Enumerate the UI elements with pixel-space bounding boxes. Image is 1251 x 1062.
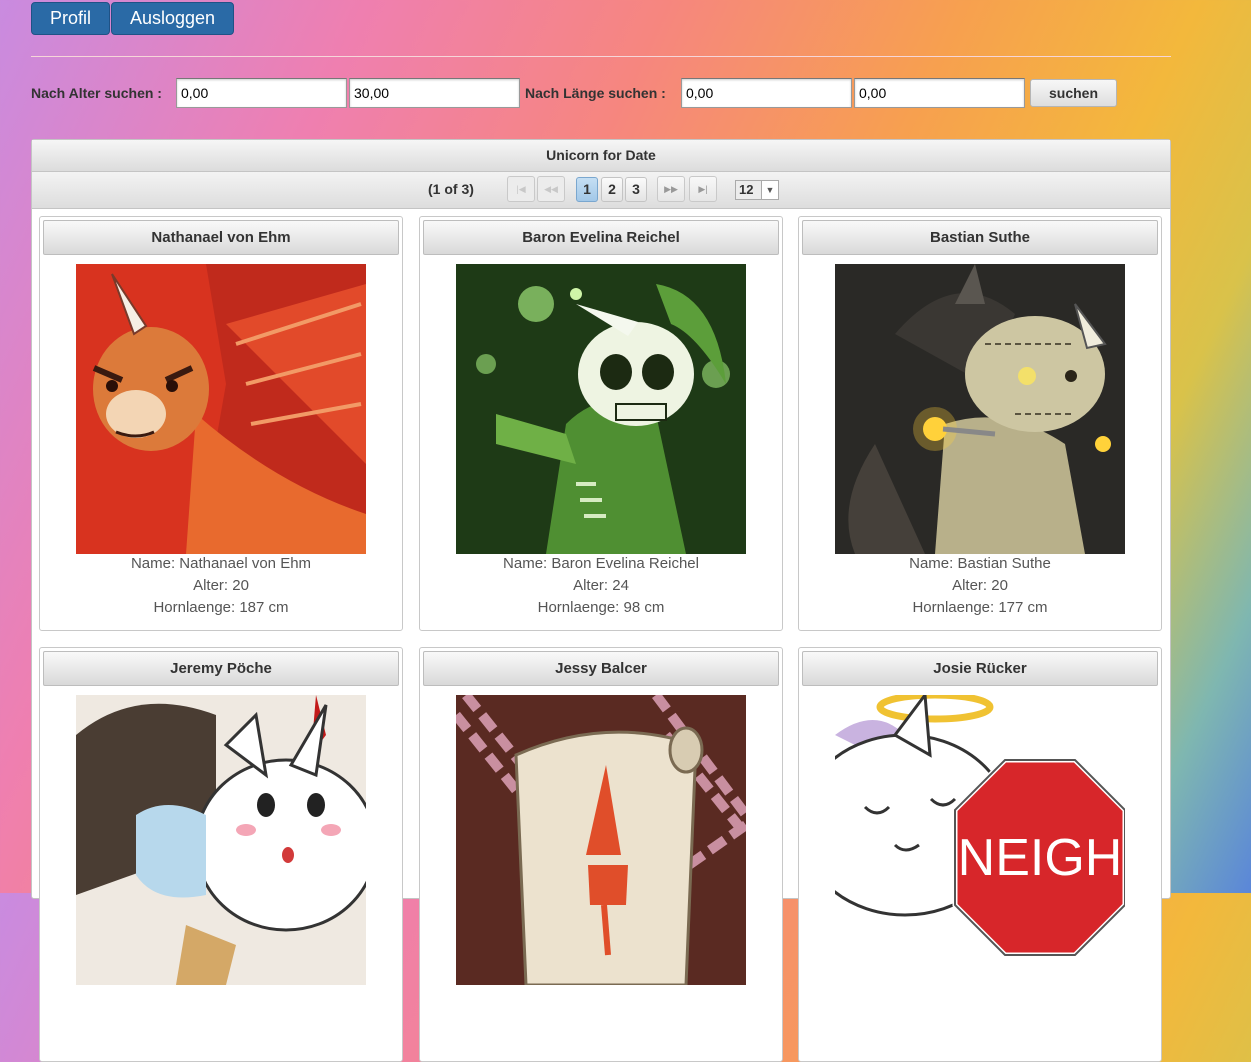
card-title: Baron Evelina Reichel <box>423 220 779 255</box>
length-max-input[interactable] <box>854 78 1025 108</box>
panel-title: Unicorn for Date <box>32 140 1170 172</box>
stop-sign-text: NEIGH <box>958 829 1123 887</box>
chevron-down-icon: ▼ <box>761 181 778 199</box>
unicorn-card: Bastian Suthe Name: Bastian Suthe Alter:… <box>798 216 1162 631</box>
zombie-unicorn-image <box>835 264 1125 554</box>
card-horn-length: Hornlaenge: 98 cm <box>537 599 665 616</box>
unicorn-image <box>76 695 366 985</box>
card-age: Alter: 20 <box>952 577 1008 594</box>
halo-unicorn-stop-sign-image: NEIGH <box>835 695 1125 985</box>
unicorn-card: Jessy Balcer <box>419 647 783 1062</box>
last-page-icon[interactable]: ▶| <box>689 176 717 202</box>
card-title: Nathanael von Ehm <box>43 220 399 255</box>
scroll-chains-image <box>456 695 746 985</box>
card-name: Name: Baron Evelina Reichel <box>503 555 699 572</box>
unicorn-card: Baron Evelina Reichel Name: Baron Evelin… <box>419 216 783 631</box>
card-age: Alter: 20 <box>193 577 249 594</box>
unicorn-card: Josie Rücker NEIGH <box>798 647 1162 1062</box>
paginator: (1 of 3) |◀ ◀◀ 1 2 3 ▶▶ ▶| 12 ▼ <box>32 172 1170 209</box>
white-unicorn-image <box>76 695 366 985</box>
red-dragon-unicorn-image <box>76 264 366 554</box>
card-name: Name: Bastian Suthe <box>909 555 1051 572</box>
unicorn-image <box>456 264 746 554</box>
card-age: Alter: 24 <box>573 577 629 594</box>
unicorn-card: Nathanael von Ehm Name: Nathanael von Eh… <box>39 216 403 631</box>
length-filter-label: Nach Länge suchen : <box>525 85 666 101</box>
logout-button[interactable]: Ausloggen <box>111 2 234 35</box>
card-title: Josie Rücker <box>802 651 1158 686</box>
unicorn-image: NEIGH <box>835 695 1125 985</box>
page-1-button[interactable]: 1 <box>576 177 598 202</box>
age-max-input[interactable] <box>349 78 520 108</box>
divider <box>31 56 1171 57</box>
card-title: Jeremy Pöche <box>43 651 399 686</box>
card-title: Jessy Balcer <box>423 651 779 686</box>
unicorn-image <box>456 695 746 985</box>
age-min-input[interactable] <box>176 78 347 108</box>
unicorn-image <box>835 264 1125 554</box>
card-horn-length: Hornlaenge: 187 cm <box>153 599 289 616</box>
green-skeleton-unicorn-image <box>456 264 746 554</box>
card-name: Name: Nathanael von Ehm <box>130 555 312 572</box>
page-2-button[interactable]: 2 <box>601 177 623 202</box>
prev-page-icon[interactable]: ◀◀ <box>537 176 565 202</box>
profile-button[interactable]: Profil <box>31 2 110 35</box>
rows-per-page-select[interactable]: 12 ▼ <box>735 180 779 200</box>
card-title: Bastian Suthe <box>802 220 1158 255</box>
unicorn-dataview-panel: Unicorn for Date (1 of 3) |◀ ◀◀ 1 2 3 ▶▶… <box>31 139 1171 1062</box>
page-3-button[interactable]: 3 <box>625 177 647 202</box>
next-page-icon[interactable]: ▶▶ <box>657 176 685 202</box>
rows-per-page-value: 12 <box>739 182 754 197</box>
page-count: (1 of 3) <box>428 181 474 197</box>
unicorn-card: Jeremy Pöche <box>39 647 403 1062</box>
age-filter-label: Nach Alter suchen : <box>31 85 162 101</box>
first-page-icon[interactable]: |◀ <box>507 176 535 202</box>
length-min-input[interactable] <box>681 78 852 108</box>
unicorn-image <box>76 264 366 554</box>
card-horn-length: Hornlaenge: 177 cm <box>912 599 1048 616</box>
search-button[interactable]: suchen <box>1030 79 1117 107</box>
